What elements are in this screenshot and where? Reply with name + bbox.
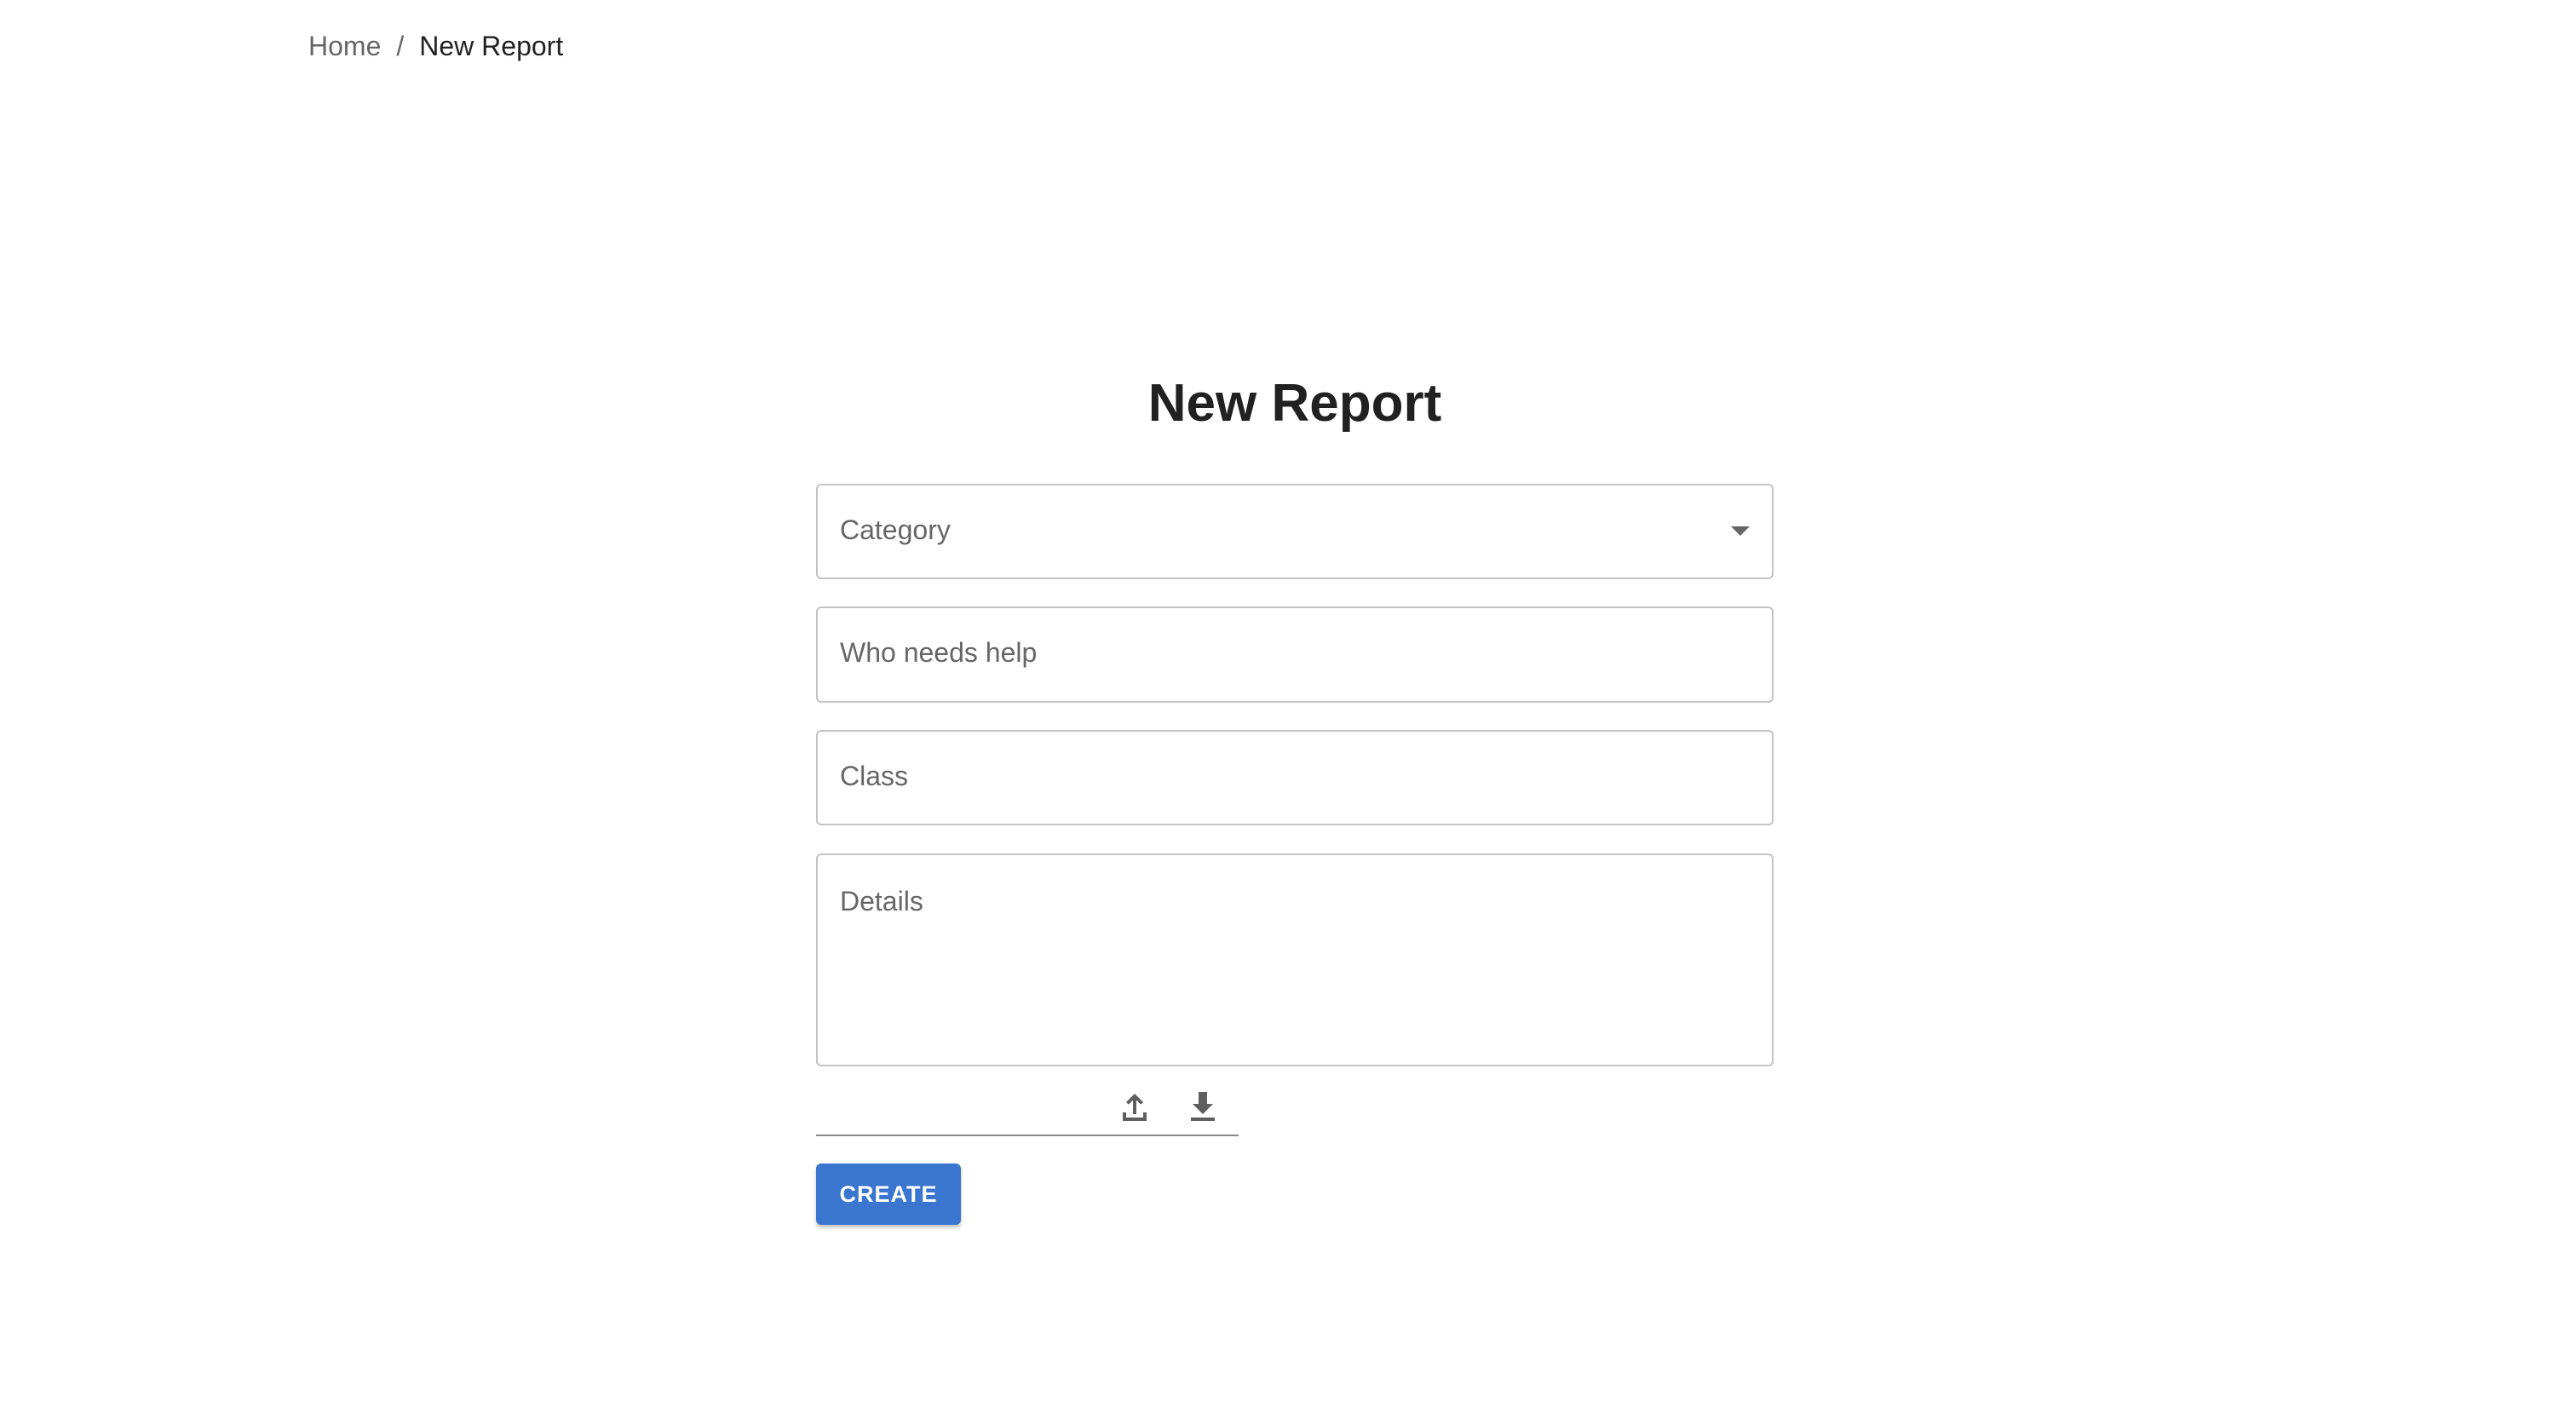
file-actions-row: [816, 1080, 1239, 1136]
upload-icon[interactable]: [1114, 1087, 1155, 1128]
create-button[interactable]: CREATE: [816, 1164, 961, 1225]
class-label: Class: [840, 761, 909, 791]
category-label: Category: [840, 514, 951, 545]
breadcrumb-home-link[interactable]: Home: [308, 31, 381, 62]
breadcrumb-separator: /: [396, 30, 405, 61]
caret-down-icon: [1731, 526, 1750, 536]
details-label: Details: [840, 886, 923, 916]
breadcrumb: Home / New Report: [308, 27, 563, 65]
class-input[interactable]: Class: [816, 730, 1774, 825]
category-select[interactable]: Category: [816, 484, 1774, 579]
breadcrumb-current: New Report: [419, 30, 564, 61]
details-textarea[interactable]: Details: [816, 853, 1774, 1066]
page-title: New Report: [1147, 374, 1442, 433]
who-needs-help-input[interactable]: Who needs help: [816, 606, 1774, 703]
download-icon[interactable]: [1182, 1087, 1223, 1128]
who-needs-help-label: Who needs help: [840, 637, 1038, 668]
